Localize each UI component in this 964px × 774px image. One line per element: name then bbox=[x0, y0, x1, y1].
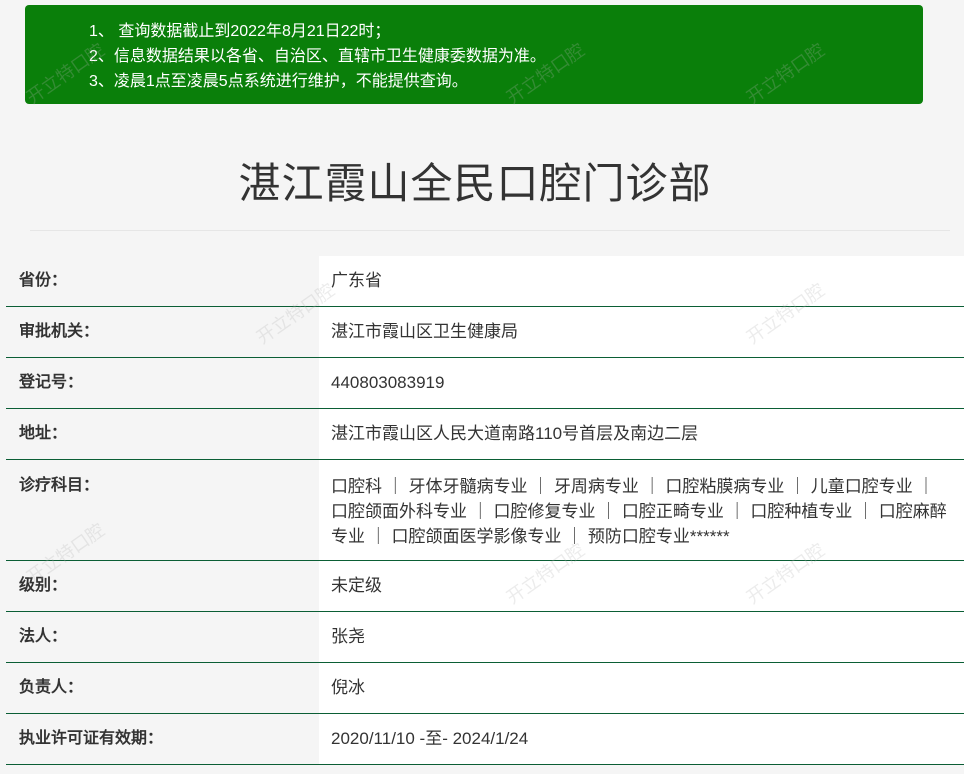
title-divider bbox=[30, 230, 950, 231]
departments-value: 口腔科 ｜ 牙体牙髓病专业 ｜ 牙周病专业 ｜ 口腔粘膜病专业 ｜ 儿童口腔专业… bbox=[319, 460, 964, 560]
notice-list: 1、 查询数据截止到2022年8月21日22时； 2、信息数据结果以各省、自治区… bbox=[89, 19, 923, 94]
address-value: 湛江市霞山区人民大道南路110号首层及南边二层 bbox=[319, 409, 964, 459]
notice-banner: 1、 查询数据截止到2022年8月21日22时； 2、信息数据结果以各省、自治区… bbox=[25, 5, 923, 104]
registration-number-value: 440803083919 bbox=[319, 358, 964, 408]
person-in-charge-label: 负责人： bbox=[6, 663, 319, 713]
legal-person-label: 法人： bbox=[6, 612, 319, 662]
province-value: 广东省 bbox=[319, 256, 964, 306]
table-row: 地址： 湛江市霞山区人民大道南路110号首层及南边二层 bbox=[6, 409, 964, 460]
license-validity-value: 2020/11/10 -至- 2024/1/24 bbox=[319, 714, 964, 764]
table-row: 法人： 张尧 bbox=[6, 612, 964, 663]
table-row: 登记号： 440803083919 bbox=[6, 358, 964, 409]
table-row: 省份： 广东省 bbox=[6, 256, 964, 307]
province-label: 省份： bbox=[6, 256, 319, 306]
address-label: 地址： bbox=[6, 409, 319, 459]
notice-item: 2、信息数据结果以各省、自治区、直辖市卫生健康委数据为准。 bbox=[89, 48, 546, 65]
notice-item: 3、凌晨1点至凌晨5点系统进行维护，不能提供查询。 bbox=[89, 73, 468, 90]
registration-number-label: 登记号： bbox=[6, 358, 319, 408]
legal-person-value: 张尧 bbox=[319, 612, 964, 662]
table-row: 级别： 未定级 bbox=[6, 561, 964, 612]
table-row: 审批机关： 湛江市霞山区卫生健康局 bbox=[6, 307, 964, 358]
table-row: 执业许可证有效期： 2020/11/10 -至- 2024/1/24 bbox=[6, 714, 964, 765]
table-row: 诊疗科目： 口腔科 ｜ 牙体牙髓病专业 ｜ 牙周病专业 ｜ 口腔粘膜病专业 ｜ … bbox=[6, 460, 964, 561]
page-title: 湛江霞山全民口腔门诊部 bbox=[238, 160, 712, 207]
level-label: 级别： bbox=[6, 561, 319, 611]
license-validity-label: 执业许可证有效期： bbox=[6, 714, 319, 764]
approval-authority-label: 审批机关： bbox=[6, 307, 319, 357]
table-row: 负责人： 倪冰 bbox=[6, 663, 964, 714]
departments-label: 诊疗科目： bbox=[6, 460, 319, 560]
approval-authority-value: 湛江市霞山区卫生健康局 bbox=[319, 307, 964, 357]
level-value: 未定级 bbox=[319, 561, 964, 611]
info-table: 省份： 广东省 审批机关： 湛江市霞山区卫生健康局 登记号： 440803083… bbox=[6, 256, 964, 765]
notice-item: 1、 查询数据截止到2022年8月21日22时； bbox=[89, 23, 391, 40]
person-in-charge-value: 倪冰 bbox=[319, 663, 964, 713]
